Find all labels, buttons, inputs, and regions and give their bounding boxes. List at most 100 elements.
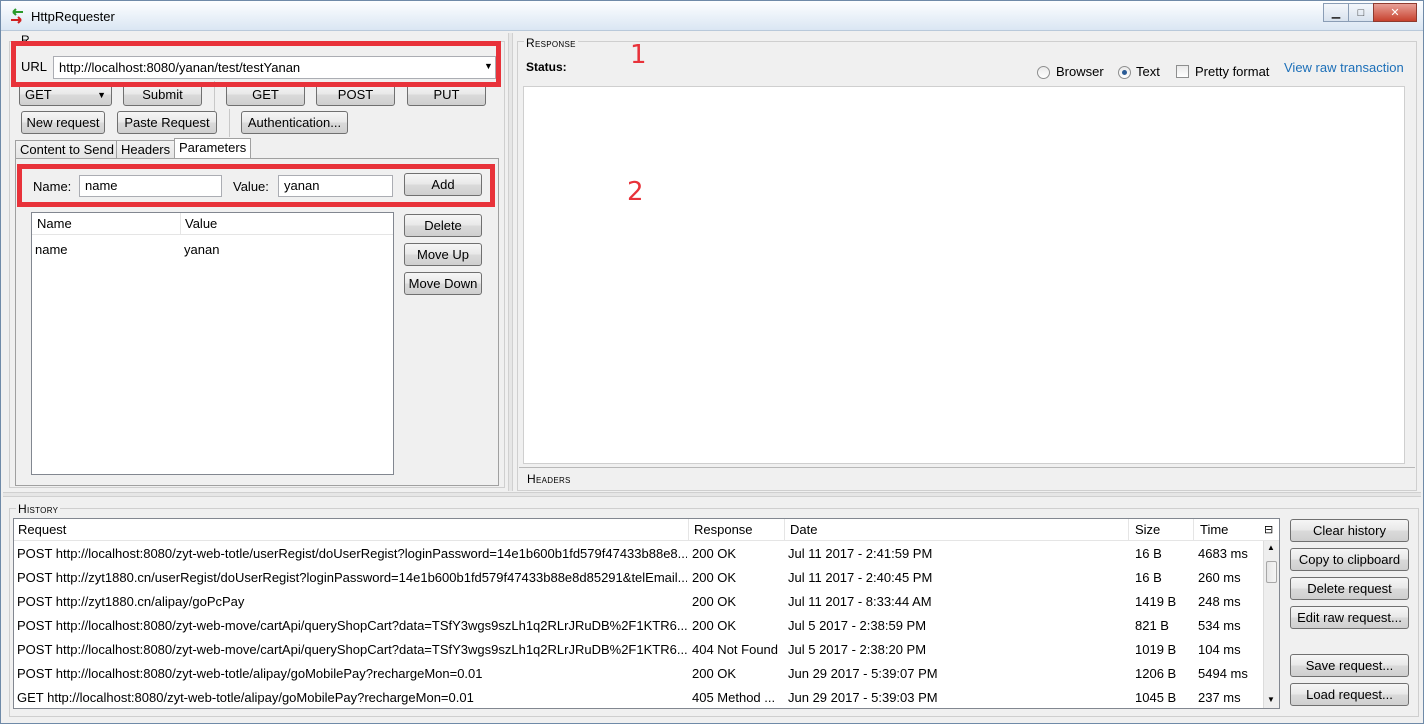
annotation-number-1: 1 (630, 40, 647, 70)
param-name-label: Name: (33, 179, 72, 194)
browser-radio[interactable] (1037, 66, 1050, 79)
history-row-time: 4683 ms (1198, 546, 1248, 561)
history-row[interactable]: POST http://localhost:8080/zyt-web-totle… (14, 662, 1264, 686)
copy-to-clipboard-button[interactable]: Copy to clipboard (1290, 548, 1409, 571)
column-picker-icon[interactable]: ⊟ (1264, 523, 1273, 536)
history-col-date[interactable]: Date (790, 522, 817, 537)
history-scrollbar[interactable]: ▲ ▼ (1263, 541, 1279, 708)
window-controls: ▁ □ ✕ (1323, 3, 1417, 23)
url-dropdown-icon[interactable]: ▼ (484, 61, 493, 71)
history-row[interactable]: POST http://localhost:8080/zyt-web-move/… (14, 638, 1264, 662)
tab-content-to-send[interactable]: Content to Send (15, 140, 119, 159)
history-row-size: 821 B (1135, 618, 1169, 633)
history-row[interactable]: POST http://zyt1880.cn/alipay/goPcPay 20… (14, 590, 1264, 614)
params-col-value[interactable]: Value (185, 216, 217, 231)
view-raw-transaction-link[interactable]: View raw transaction (1284, 60, 1404, 75)
params-list[interactable]: Name Value name yanan (31, 212, 394, 475)
delete-request-button[interactable]: Delete request (1290, 577, 1409, 600)
history-row-size: 16 B (1135, 546, 1162, 561)
text-radio[interactable] (1118, 66, 1131, 79)
history-list-header: Request Response Date Size Time ⊟ (14, 519, 1279, 541)
add-param-button[interactable]: Add (404, 173, 482, 196)
tab-parameters[interactable]: Parameters (174, 138, 252, 159)
title-bar[interactable]: HttpRequester ▁ □ ✕ (1, 1, 1423, 31)
history-col-sep-1 (688, 519, 689, 541)
history-row[interactable]: GET http://localhost:8080/zyt-web-totle/… (14, 686, 1264, 708)
params-col-name[interactable]: Name (37, 216, 72, 231)
history-col-size[interactable]: Size (1135, 522, 1160, 537)
params-col-separator (180, 213, 181, 235)
params-row[interactable]: name yanan (32, 239, 393, 259)
history-row-date: Jul 5 2017 - 2:38:59 PM (788, 618, 927, 633)
history-col-sep-4 (1193, 519, 1194, 541)
history-row-size: 1206 B (1135, 666, 1177, 681)
history-row-time: 237 ms (1198, 690, 1241, 705)
authentication-button[interactable]: Authentication... (241, 111, 348, 134)
history-row-date: Jul 11 2017 - 2:40:45 PM (788, 570, 933, 585)
param-value-label: Value: (233, 179, 269, 194)
scroll-up-icon[interactable]: ▲ (1267, 543, 1275, 552)
history-row-size: 1419 B (1135, 594, 1177, 609)
move-down-button[interactable]: Move Down (404, 272, 482, 295)
history-row-date: Jul 11 2017 - 2:41:59 PM (788, 546, 933, 561)
history-row-size: 1019 B (1135, 642, 1177, 657)
move-up-button[interactable]: Move Up (404, 243, 482, 266)
history-list[interactable]: Request Response Date Size Time ⊟ POST h… (13, 518, 1280, 709)
post-button[interactable]: POST (316, 83, 395, 106)
status-label: Status: (526, 60, 567, 74)
vertical-splitter[interactable] (508, 33, 513, 491)
response-group-title: Response (524, 36, 578, 50)
maximize-button[interactable]: □ (1348, 3, 1374, 22)
history-row-request: POST http://localhost:8080/zyt-web-move/… (17, 618, 687, 633)
url-label: URL (21, 59, 48, 74)
save-request-button[interactable]: Save request... (1290, 654, 1409, 677)
text-radio-label[interactable]: Text (1136, 64, 1160, 79)
clear-history-button[interactable]: Clear history (1290, 519, 1409, 542)
load-request-button[interactable]: Load request... (1290, 683, 1409, 706)
toolbar-divider-2 (229, 109, 230, 137)
pretty-format-checkbox[interactable] (1176, 65, 1189, 78)
history-row-response: 404 Not Found (692, 642, 779, 657)
edit-raw-request-button[interactable]: Edit raw request... (1290, 606, 1409, 629)
put-button[interactable]: PUT (407, 83, 486, 106)
tab-headers[interactable]: Headers (116, 140, 176, 159)
history-row[interactable]: POST http://localhost:8080/zyt-web-totle… (14, 542, 1264, 566)
new-request-button[interactable]: New request (21, 111, 105, 134)
history-col-response[interactable]: Response (694, 522, 753, 537)
history-col-time[interactable]: Time (1200, 522, 1228, 537)
browser-radio-label[interactable]: Browser (1056, 64, 1104, 79)
paste-request-button[interactable]: Paste Request (117, 111, 217, 134)
history-row-date: Jul 5 2017 - 2:38:20 PM (788, 642, 927, 657)
close-button[interactable]: ✕ (1373, 3, 1417, 22)
history-row-size: 1045 B (1135, 690, 1177, 705)
get-button[interactable]: GET (226, 83, 305, 106)
history-row-response: 200 OK (692, 570, 737, 585)
scroll-thumb[interactable] (1266, 561, 1277, 583)
history-row[interactable]: POST http://zyt1880.cn/userRegist/doUser… (14, 566, 1264, 590)
delete-param-button[interactable]: Delete (404, 214, 482, 237)
history-row-date: Jul 11 2017 - 8:33:44 AM (788, 594, 932, 609)
annotation-number-2: 2 (627, 177, 644, 207)
history-row-date: Jun 29 2017 - 5:39:03 PM (788, 690, 938, 705)
history-row-response: 200 OK (692, 618, 737, 633)
history-row-request: POST http://localhost:8080/zyt-web-move/… (17, 642, 687, 657)
history-col-request[interactable]: Request (18, 522, 66, 537)
method-select[interactable]: GET ▼ (19, 83, 112, 106)
history-row-time: 248 ms (1198, 594, 1241, 609)
pretty-format-label[interactable]: Pretty format (1195, 64, 1269, 79)
url-input[interactable]: http://localhost:8080/yanan/test/testYan… (53, 56, 496, 79)
history-row-size: 16 B (1135, 570, 1162, 585)
response-body[interactable] (523, 86, 1405, 464)
history-row-date: Jun 29 2017 - 5:39:07 PM (788, 666, 938, 681)
scroll-down-icon[interactable]: ▼ (1267, 695, 1275, 704)
history-group-title: History (16, 502, 61, 516)
submit-button[interactable]: Submit (123, 83, 202, 106)
horizontal-splitter[interactable] (3, 492, 1421, 497)
history-row[interactable]: POST http://localhost:8080/zyt-web-move/… (14, 614, 1264, 638)
response-headers-divider (519, 467, 1415, 468)
history-col-sep-2 (784, 519, 785, 541)
window-title: HttpRequester (31, 9, 115, 24)
minimize-button[interactable]: ▁ (1323, 3, 1349, 22)
param-value-input[interactable]: yanan (278, 175, 393, 197)
param-name-input[interactable]: name (79, 175, 222, 197)
